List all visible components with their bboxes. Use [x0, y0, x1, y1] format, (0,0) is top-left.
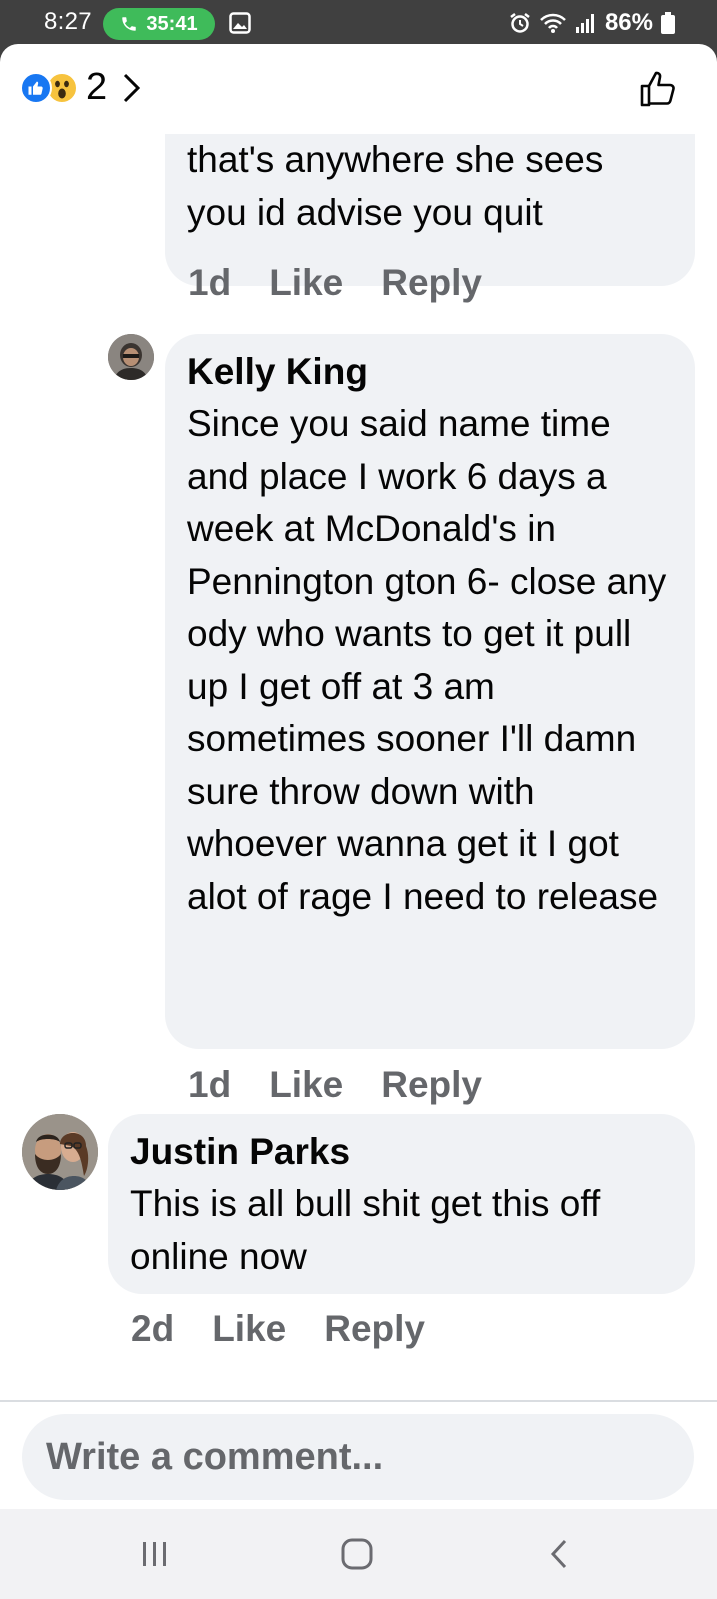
profile-photo — [22, 1114, 98, 1190]
gallery-icon — [229, 12, 251, 34]
comment-time: 2d — [131, 1308, 175, 1349]
avatar[interactable] — [108, 334, 154, 380]
back-button[interactable] — [534, 1531, 584, 1577]
thumbs-up-outline-icon[interactable] — [638, 69, 678, 109]
like-button[interactable]: Like — [212, 1308, 286, 1350]
comments-sheet: 2 that's anywhere she sees you id advise… — [0, 44, 717, 1509]
phone-icon — [122, 17, 137, 31]
ongoing-call-pill[interactable]: 35:41 — [103, 8, 215, 40]
back-icon — [550, 1539, 567, 1569]
comment-time: 1d — [188, 1064, 232, 1105]
comment-actions: 1d Like Reply — [188, 1064, 482, 1106]
comment-time: 1d — [188, 262, 232, 303]
battery-percent: 86% — [604, 9, 653, 36]
comment-actions: 1d Like Reply — [188, 262, 482, 304]
home-button[interactable] — [332, 1531, 382, 1577]
comment-text: Since you said name time and place I wor… — [187, 403, 667, 917]
alarm-icon — [510, 13, 530, 33]
comment-text: that's anywhere she sees you id advise y… — [187, 139, 604, 233]
reactions-header: 2 — [0, 44, 717, 134]
recent-apps-icon — [143, 1542, 166, 1566]
home-icon — [341, 1538, 373, 1570]
comment-author[interactable]: Kelly King — [187, 346, 673, 398]
like-button[interactable]: Like — [269, 262, 343, 304]
reaction-count: 2 — [86, 66, 108, 108]
comment-actions: 2d Like Reply — [131, 1308, 425, 1350]
battery-icon — [661, 12, 675, 34]
call-timer: 35:41 — [146, 12, 198, 35]
comment-bubble[interactable]: Justin Parks This is all bull shit get t… — [108, 1114, 695, 1294]
reply-button[interactable]: Reply — [324, 1308, 425, 1350]
signal-icon — [575, 14, 594, 33]
divider — [0, 1400, 717, 1402]
wifi-icon — [540, 13, 566, 33]
status-bar: 8:27 35:41 86% — [0, 0, 717, 44]
comment-author[interactable]: Justin Parks — [130, 1126, 673, 1178]
status-icons: 86% — [509, 9, 675, 37]
chevron-right-icon — [123, 73, 141, 103]
status-time: 8:27 — [44, 8, 92, 35]
like-reaction-icon — [20, 72, 52, 104]
comment-bubble[interactable]: Kelly King Since you said name time and … — [165, 334, 695, 1049]
comment-input[interactable]: Write a comment... — [22, 1414, 694, 1500]
profile-photo — [108, 334, 154, 380]
comments-list: that's anywhere she sees you id advise y… — [0, 134, 717, 1423]
like-button[interactable]: Like — [269, 1064, 343, 1106]
reply-button[interactable]: Reply — [381, 262, 482, 304]
recent-apps-button[interactable] — [130, 1531, 180, 1577]
avatar[interactable] — [22, 1114, 98, 1190]
comment-text: This is all bull shit get this off onlin… — [130, 1183, 601, 1277]
reply-button[interactable]: Reply — [381, 1064, 482, 1106]
system-navigation-bar — [0, 1509, 717, 1599]
comment-input-placeholder: Write a comment... — [46, 1435, 384, 1478]
